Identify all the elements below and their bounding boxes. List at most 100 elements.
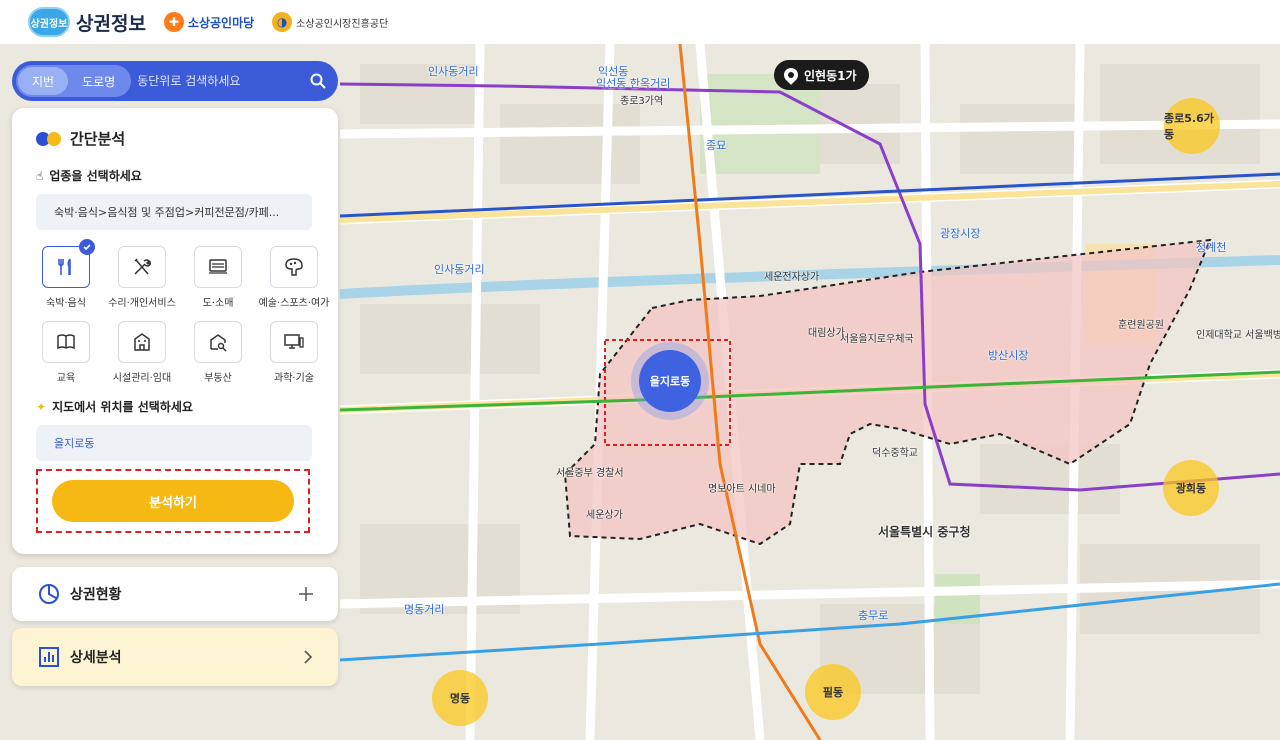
search-icon: [310, 73, 326, 89]
category-lodging-food[interactable]: 숙박·음식: [28, 239, 104, 309]
map-label: 광장시장: [940, 227, 981, 240]
accordion-market-status[interactable]: 상권현황: [12, 567, 338, 621]
accordion-detail-analysis-label: 상세분석: [70, 650, 122, 666]
partner1-label: 소상공인마당: [187, 15, 255, 30]
category-icon-box: [118, 246, 166, 288]
category-icon-box: [42, 321, 90, 363]
search-input[interactable]: [137, 68, 302, 94]
category-icon-box: [194, 321, 242, 363]
partner2-label: 소상공인시장진흥공단: [296, 18, 389, 30]
search-button[interactable]: [302, 65, 334, 97]
accordion-market-status-label: 상권현황: [70, 587, 122, 603]
map-label: 세운상가: [586, 510, 623, 521]
current-location-pill[interactable]: 인현동1가: [774, 60, 869, 90]
accordion-detail-analysis[interactable]: 상세분석: [12, 628, 338, 686]
top-header: 상권정보 상권정보 ✚ 소상공인마당 ◑ 소상공인시장진흥공단: [0, 0, 1280, 44]
selected-check-icon: [79, 239, 95, 255]
brand-title: 상권정보: [76, 12, 146, 35]
map-label: 덕수중학교: [872, 448, 918, 459]
tab-road-name[interactable]: 도로명: [68, 67, 129, 95]
book-icon: [57, 334, 75, 350]
category-label: 과학·기술: [274, 373, 314, 384]
map-label: 인제대학교 서울백병원: [1196, 330, 1280, 341]
category-label: 시설관리·임대: [112, 373, 172, 384]
brand-logo: 상권정보: [28, 7, 70, 37]
palette-icon: [285, 258, 303, 276]
map-label: 서울을지로우체국: [840, 334, 914, 345]
category-repair-service[interactable]: 수리·개인서비스: [104, 246, 180, 309]
simple-analysis-panel: 간단분석 ☝ 업종을 선택하세요 숙박·음식>음식점 및 주점업>커피전문점/카…: [12, 108, 338, 554]
analysis-logo-icon: [36, 131, 62, 146]
step-select-location: ✦ 지도에서 위치를 선택하세요: [36, 398, 314, 415]
map-label: 서울중부 경찰서: [556, 468, 624, 479]
map-label: 명동거리: [404, 603, 445, 616]
bar-chart-icon: [39, 647, 59, 667]
tab-jibun[interactable]: 지번: [18, 67, 69, 95]
category-label: 교육: [56, 373, 76, 384]
category-select[interactable]: 숙박·음식>음식점 및 주점업>커피전문점/카페...: [36, 194, 312, 230]
map-label: 명보아트 시네마: [708, 484, 776, 495]
category-icon-box: [194, 246, 242, 288]
dong-circle-gwanghui[interactable]: 광희동: [1163, 460, 1219, 516]
panel-title: 간단분석: [70, 130, 126, 148]
category-icon-box: [42, 239, 95, 288]
category-icon-box: [118, 321, 166, 363]
map-label: 익선동: [598, 65, 629, 78]
category-education[interactable]: 교육: [28, 321, 104, 384]
category-label: 수리·개인서비스: [108, 298, 176, 309]
pointing-hand-icon: ☝: [36, 168, 44, 183]
map-label: 방산시장: [988, 349, 1029, 362]
map-label: 청계천: [1196, 241, 1227, 254]
map-label: 인사동거리: [428, 65, 479, 78]
category-label: 도·소매: [202, 298, 234, 309]
category-grid: 숙박·음식 수리·개인서비스 도·소매 예술·스포츠·여가 교육 시설관리·임대…: [28, 239, 329, 384]
plus-icon: [299, 587, 313, 601]
dong-circle-jongro56[interactable]: 종로5.6가동: [1164, 98, 1220, 154]
utensils-icon: [58, 258, 71, 275]
map-label: 종로3가역: [620, 96, 664, 107]
selected-region-field[interactable]: 을지로동: [36, 425, 312, 461]
district-label: 서울특별시 중구청: [878, 525, 971, 539]
category-label: 부동산: [204, 373, 232, 384]
map-label: 익선동 한옥거리: [596, 77, 671, 90]
register-icon: [209, 259, 227, 274]
house-search-icon: [210, 334, 227, 352]
sosang-madang-logo-icon: ✚: [163, 12, 184, 32]
step1-label: 업종을 선택하세요: [49, 169, 142, 183]
category-real-estate[interactable]: 부동산: [180, 321, 256, 384]
monitor-icon: [284, 334, 304, 349]
map-label: 세운전자상가: [764, 272, 820, 283]
location-pin-icon: [781, 65, 801, 85]
step2-label: 지도에서 위치를 선택하세요: [52, 400, 193, 414]
analyze-button[interactable]: 분석하기: [52, 480, 294, 522]
map-label: 충무로: [858, 609, 889, 622]
category-label: 예술·스포츠·여가: [258, 298, 330, 309]
selected-dong-circle[interactable]: 을지로동: [639, 350, 701, 412]
chevron-right-icon: [304, 650, 313, 664]
tools-icon: [134, 258, 151, 275]
map-label: 대림상가: [808, 328, 845, 339]
pie-chart-icon: [39, 584, 59, 604]
category-arts-sports[interactable]: 예술·스포츠·여가: [256, 246, 332, 309]
partner-sosang-madang-link[interactable]: ✚ 소상공인마당: [163, 12, 255, 32]
brand[interactable]: 상권정보 상권정보: [28, 7, 146, 37]
address-search-bar: 지번 도로명: [12, 61, 338, 101]
map-label: 인사동거리: [434, 263, 485, 276]
category-facility-rental[interactable]: 시설관리·임대: [104, 321, 180, 384]
step-select-category: ☝ 업종을 선택하세요: [36, 167, 314, 184]
semas-logo-icon: ◑: [272, 12, 293, 32]
partner-semas-link[interactable]: ◑ 소상공인시장진흥공단: [272, 12, 388, 32]
building-icon: [134, 333, 150, 351]
category-science-tech[interactable]: 과학·기술: [256, 321, 332, 384]
dong-circle-myeongdong[interactable]: 명동: [432, 670, 488, 726]
category-retail[interactable]: 도·소매: [180, 246, 256, 309]
category-icon-box: [270, 321, 318, 363]
current-location-label: 인현동1가: [804, 68, 857, 83]
dong-circle-pildong[interactable]: 필동: [805, 664, 861, 720]
sparkle-icon: ✦: [36, 399, 47, 414]
address-type-toggle: 지번 도로명: [16, 65, 132, 97]
map-label: 종묘: [706, 139, 727, 152]
map-label: 훈련원공원: [1118, 320, 1164, 331]
panel-header: 간단분석: [36, 128, 314, 149]
analyze-button-highlight: 분석하기: [36, 469, 310, 533]
